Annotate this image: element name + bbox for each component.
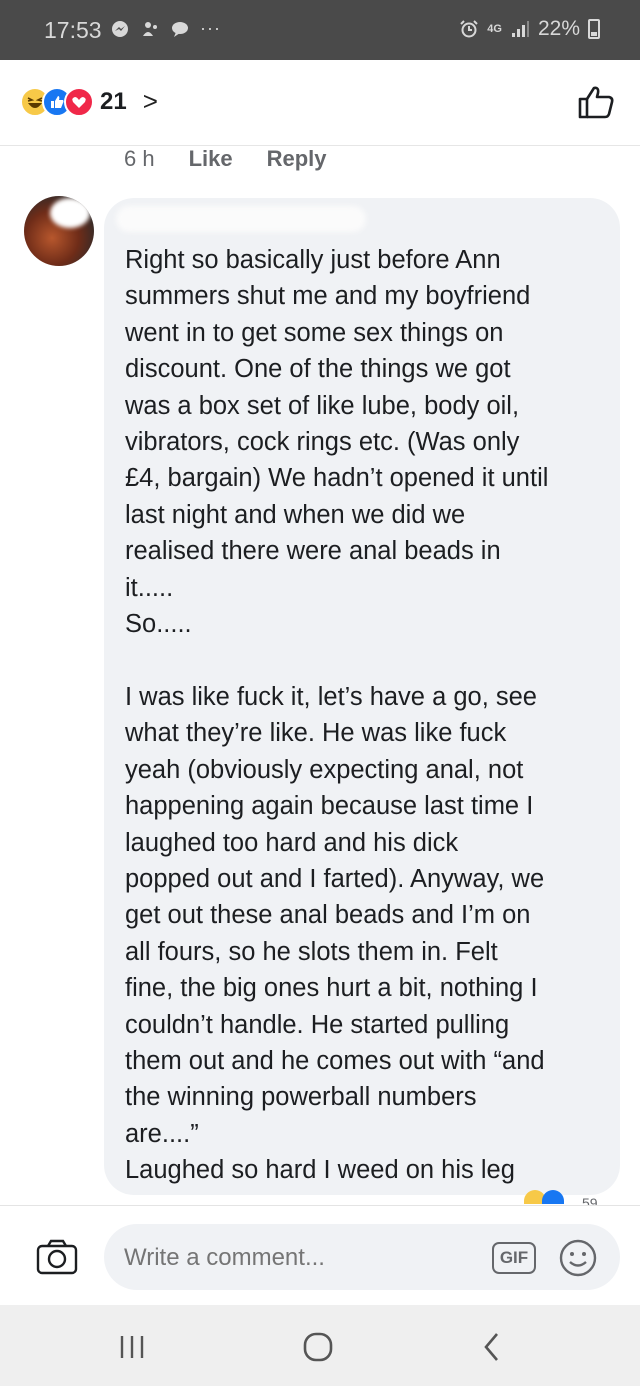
- comments-header: 21 >: [0, 60, 640, 146]
- people-icon: [143, 21, 157, 36]
- battery-percent: 22%: [537, 17, 580, 40]
- reply-link[interactable]: Reply: [267, 146, 327, 172]
- comment-bubble: Right so basically just before Ann summe…: [104, 198, 620, 1195]
- comment-composer: GIF: [0, 1205, 640, 1305]
- status-time: 17:53: [44, 17, 102, 43]
- comment-input[interactable]: [124, 1244, 484, 1272]
- more-notifications: ···: [200, 18, 221, 38]
- camera-icon[interactable]: [36, 1239, 78, 1275]
- love-reaction-icon: [64, 86, 94, 117]
- reactions-summary[interactable]: 21 >: [20, 86, 158, 117]
- messenger-icon: [112, 20, 128, 37]
- reaction-count: 21: [100, 87, 127, 115]
- gif-button[interactable]: GIF: [492, 1242, 536, 1274]
- avatar[interactable]: [24, 196, 94, 266]
- system-nav-bar: [0, 1305, 640, 1386]
- comment-age: 6 h: [124, 146, 155, 171]
- thumbs-up-icon[interactable]: [576, 82, 616, 122]
- redacted-name: [116, 206, 366, 232]
- status-bar: 17:53 ··· 4G 22%: [0, 0, 640, 60]
- home-icon[interactable]: [298, 1327, 338, 1367]
- recent-apps-icon[interactable]: [112, 1327, 152, 1367]
- comment-text: Right so basically just before Ann summe…: [125, 246, 549, 1185]
- chat-icon: [172, 21, 188, 37]
- like-link[interactable]: Like: [189, 146, 233, 172]
- comment-meta: 6 h Like Reply: [124, 146, 327, 172]
- comment-reactions[interactable]: [524, 1190, 564, 1204]
- notification-icons: ···: [110, 18, 221, 39]
- network-type: 4G: [487, 22, 502, 35]
- comment-input-container[interactable]: GIF: [104, 1224, 620, 1290]
- chevron-right-icon: >: [142, 86, 158, 116]
- back-icon[interactable]: [472, 1327, 512, 1367]
- alarm-icon: [460, 20, 478, 38]
- system-status: 4G 22%: [459, 17, 600, 41]
- smiley-icon[interactable]: [558, 1238, 598, 1278]
- battery-icon: [588, 19, 600, 39]
- signal-icon: [511, 21, 529, 37]
